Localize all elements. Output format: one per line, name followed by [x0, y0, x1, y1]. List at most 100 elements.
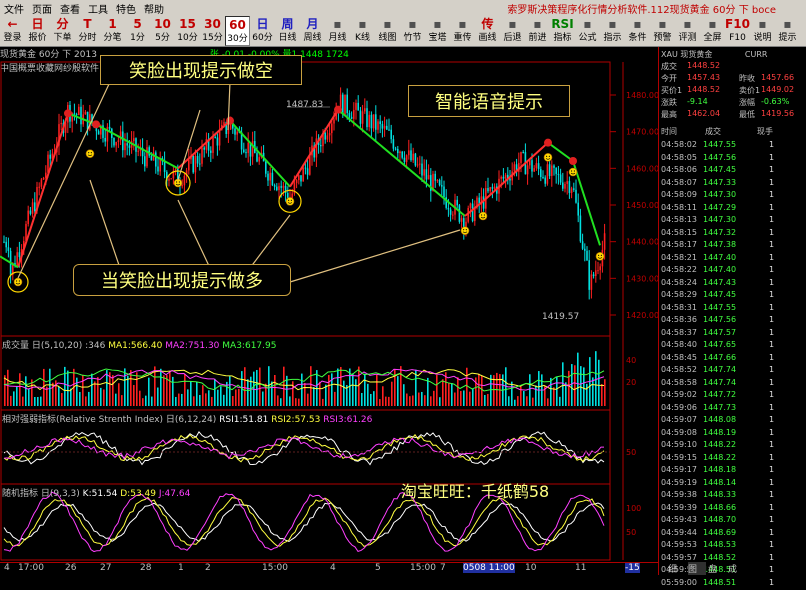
volume-ma2: MA2:751.30 — [165, 341, 220, 351]
rsi1-value: RSI1:51.81 — [219, 415, 269, 425]
tick-row[interactable]: 04:58:17 1447.38 1 — [659, 240, 805, 252]
time-axis-label: 15:00 — [410, 563, 436, 573]
tick-row[interactable]: 04:59:39 1448.66 1 — [659, 503, 805, 515]
tick-time: 04:58:36 — [661, 315, 697, 324]
tick-volume: 1 — [769, 252, 775, 262]
tick-row[interactable]: 04:58:11 1447.29 1 — [659, 203, 805, 215]
rsi2-value: RSI2:57.53 — [271, 415, 321, 425]
quote-tab[interactable]: 盘 — [708, 562, 726, 575]
tick-price: 1447.56 — [703, 152, 737, 162]
pivot-dot — [544, 138, 552, 147]
tick-time: 04:58:15 — [661, 227, 697, 237]
toolbar-button-27[interactable]: ▪ 评测 — [675, 16, 700, 46]
tick-volume: 1 — [769, 527, 775, 537]
smiley-icon — [595, 252, 605, 261]
rsi-lines — [1, 430, 610, 466]
quote-currency: CURR — [744, 50, 768, 59]
tick-row[interactable]: 04:58:40 1447.65 1 — [659, 340, 805, 352]
tick-row[interactable]: 04:59:53 1448.53 1 — [659, 540, 805, 552]
tick-volume: 1 — [769, 490, 775, 499]
quote-key2: 涨幅 — [739, 98, 755, 107]
tick-row[interactable]: 04:58:36 1447.56 1 — [659, 315, 805, 327]
tick-volume: 1 — [769, 227, 775, 237]
tick-time: 04:59:07 — [661, 415, 697, 424]
tick-volume: 1 — [769, 477, 775, 487]
tick-price: 1448.33 — [703, 490, 737, 499]
tick-price: 1447.38 — [703, 240, 737, 249]
tick-row[interactable]: 04:58:06 1447.45 1 — [659, 165, 805, 177]
tick-price: 1447.43 — [703, 277, 737, 287]
kdj-j-value: J:47.64 — [158, 489, 191, 499]
tick-row[interactable]: 04:58:15 1447.32 1 — [659, 228, 805, 240]
toolbar-button-29[interactable]: F10 F10 — [725, 16, 750, 46]
toolbar-icon: ▪ — [658, 17, 667, 31]
tick-row[interactable]: 04:59:10 1448.22 1 — [659, 440, 805, 452]
tick-row[interactable]: 04:58:31 1447.55 1 — [659, 303, 805, 315]
tick-price: 1448.18 — [703, 465, 737, 474]
tick-volume: 1 — [769, 265, 775, 274]
annotation-long-signal: 当笑脸出现提示做多 — [73, 264, 291, 296]
tick-price: 1447.72 — [703, 390, 737, 399]
tick-row[interactable]: 04:59:08 1448.19 1 — [659, 428, 805, 440]
toolbar-button-28[interactable]: ▪ 全屏 — [700, 16, 725, 46]
tick-time: 04:58:07 — [661, 177, 697, 187]
tick-time: 04:59:39 — [661, 502, 697, 512]
tick-row[interactable]: 04:59:06 1447.73 1 — [659, 403, 805, 415]
quote-tab[interactable]: 细 — [668, 562, 686, 575]
tick-price: 1447.45 — [703, 165, 737, 174]
tick-time: 04:58:37 — [661, 327, 697, 337]
tick-row[interactable]: 04:59:02 1447.72 1 — [659, 390, 805, 402]
tick-time: 04:58:05 — [661, 152, 697, 162]
tick-row[interactable]: 04:58:09 1447.30 1 — [659, 190, 805, 202]
tick-row[interactable]: 04:58:29 1447.45 1 — [659, 290, 805, 302]
tick-volume: 1 — [769, 165, 775, 174]
tick-price: 1447.74 — [703, 365, 737, 374]
tick-row[interactable]: 04:58:07 1447.33 1 — [659, 178, 805, 190]
indicator-tick-label: 50 — [626, 528, 636, 537]
tick-row[interactable]: 05:59:00 1448.51 1 — [659, 578, 805, 590]
quote-value: 1448.52 — [687, 61, 721, 70]
tick-time: 04:59:15 — [661, 452, 697, 462]
toolbar-button-31[interactable]: ▪ 提示 — [775, 16, 800, 46]
indicator-tick-label: 40 — [626, 356, 636, 365]
tick-row[interactable]: 04:58:45 1447.66 1 — [659, 353, 805, 365]
quote-tab[interactable]: 成 — [728, 562, 746, 575]
tick-row[interactable]: 04:58:05 1447.56 1 — [659, 153, 805, 165]
rsi-header: 相对强弱指标(Relative Strenth Index) 日(6,12,24… — [2, 412, 372, 425]
tick-row[interactable]: 04:59:07 1448.08 1 — [659, 415, 805, 427]
tick-time: 04:59:17 — [661, 465, 697, 474]
tick-price: 1447.55 — [703, 302, 737, 312]
callout-arrow — [89, 179, 121, 269]
tick-row[interactable]: 04:58:37 1447.57 1 — [659, 328, 805, 340]
callout-arrow — [249, 214, 291, 269]
toolbar-icon: ▪ — [783, 17, 792, 31]
tick-price: 1447.30 — [703, 190, 737, 199]
tick-row[interactable]: 04:59:44 1448.69 1 — [659, 528, 805, 540]
smiley-icon — [85, 149, 95, 158]
tick-row[interactable]: 04:58:58 1447.74 1 — [659, 378, 805, 390]
quote-row: 成交 1448.52 — [661, 61, 803, 71]
toolbar-icon: ▪ — [708, 17, 717, 31]
low-price-label: 1419.57 — [542, 312, 580, 322]
tick-time: 04:58:29 — [661, 290, 697, 299]
tick-row[interactable]: 04:58:52 1447.74 1 — [659, 365, 805, 377]
price-tick-label: 1480.00 — [626, 91, 658, 100]
tick-row[interactable]: 04:58:21 1447.40 1 — [659, 253, 805, 265]
toolbar-button-30[interactable]: ▪ 说明 — [750, 16, 775, 46]
time-axis-label: 1 — [178, 563, 184, 573]
tick-price: 1447.45 — [703, 290, 737, 299]
tick-row[interactable]: 04:59:17 1448.18 1 — [659, 465, 805, 477]
tick-row[interactable]: 04:58:02 1447.55 1 — [659, 140, 805, 152]
quote-tab[interactable]: 图 — [688, 562, 706, 575]
tick-row[interactable]: 04:58:22 1447.40 1 — [659, 265, 805, 277]
toolbar-label: 评测 — [678, 33, 697, 43]
quote-key: 买价1 — [661, 86, 683, 95]
tick-row[interactable]: 04:59:19 1448.14 1 — [659, 478, 805, 490]
tick-row[interactable]: 04:59:15 1448.22 1 — [659, 453, 805, 465]
tick-row[interactable]: 04:59:43 1448.70 1 — [659, 515, 805, 527]
tick-row[interactable]: 04:58:13 1447.30 1 — [659, 215, 805, 227]
tick-time: 04:58:31 — [661, 302, 697, 312]
tick-row[interactable]: 04:58:24 1447.43 1 — [659, 278, 805, 290]
tick-row[interactable]: 04:59:38 1448.33 1 — [659, 490, 805, 502]
tick-volume: 1 — [769, 515, 775, 524]
